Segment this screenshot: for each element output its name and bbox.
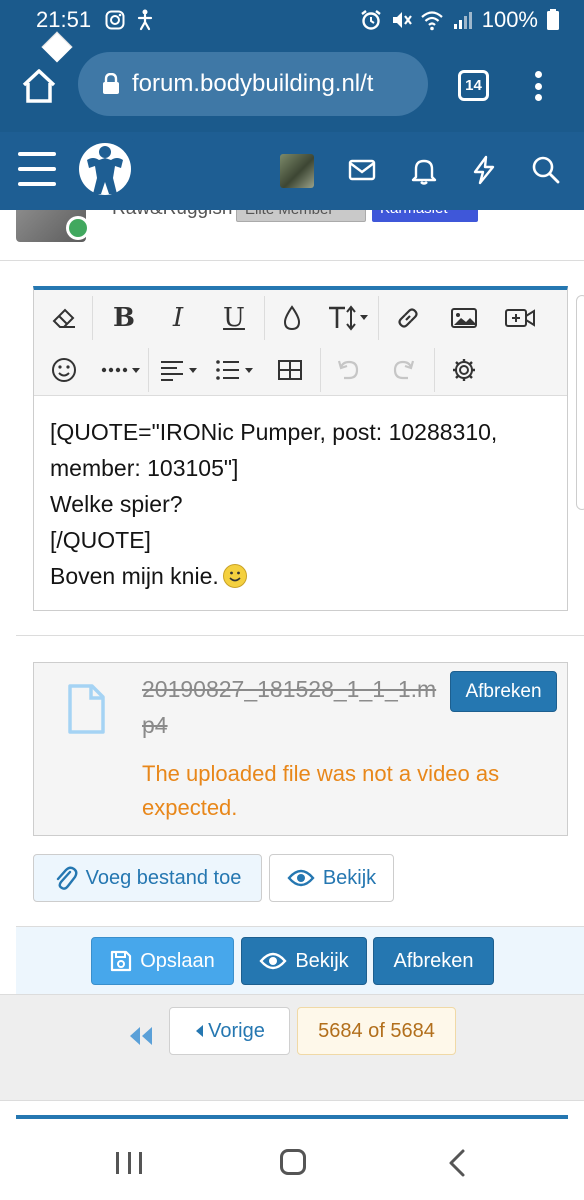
url-bar[interactable]: forum.bodybuilding.nl/t [78,52,428,116]
next-post-block [0,1100,584,1124]
bold-icon[interactable]: B [104,298,144,338]
browser-toolbar: forum.bodybuilding.nl/t 14 [0,40,584,132]
forum-header [0,132,584,210]
divider [16,635,584,636]
undo-icon[interactable] [328,350,368,390]
message-editor: B I U [QUOTE="IRONic Pumper, post: 10288… [33,286,568,611]
home-icon[interactable] [20,67,58,105]
editor-line: Welke spier? [50,491,183,517]
align-icon[interactable] [158,350,204,390]
add-file-button[interactable]: Voeg bestand toe [33,854,262,902]
toolbar-separator [434,348,435,392]
toolbar-separator [264,296,265,340]
wifi-icon [420,11,443,31]
more-options-icon[interactable] [528,68,548,104]
form-submit-row: Opslaan Bekijk Afbreken [16,926,584,994]
first-page-icon[interactable] [126,1021,156,1051]
attachment-item: 20190827_181528_1_1_1.mp4 The uploaded f… [33,662,568,836]
mail-icon[interactable] [346,154,378,186]
url-text: forum.bodybuilding.nl/t [132,70,374,97]
status-bar: 21:51 100% [0,0,584,40]
mute-icon [392,12,412,28]
eye-icon [259,952,287,970]
recent-apps-icon[interactable] [116,1152,142,1174]
eye-icon [287,869,315,887]
battery-percentage: 100% [481,7,538,32]
attachment-filename: 20190827_181528_1_1_1.mp4 [142,676,437,738]
smilie-icon[interactable] [44,350,84,390]
editor-line: [QUOTE="IRONic Pumper, post: 10288310, m… [50,419,498,481]
lightning-icon[interactable] [468,154,500,186]
android-navigation-bar [0,1124,584,1200]
cancel-button[interactable]: Afbreken [373,937,494,985]
redo-icon[interactable] [384,350,424,390]
status-time: 21:51 [36,7,92,32]
side-panel-edge [576,295,584,510]
signal-icon [453,12,472,29]
instagram-icon [105,10,125,30]
cancel-label: Afbreken [393,949,474,972]
image-icon[interactable] [444,298,484,338]
preview-button[interactable]: Bekijk [269,854,394,902]
settings-gear-icon[interactable] [444,350,484,390]
cancel-upload-button[interactable]: Afbreken [450,671,557,712]
online-status-icon [66,216,90,240]
toolbar-separator [320,348,321,392]
chevron-left-icon [196,1025,204,1037]
preview-label: Bekijk [322,866,377,889]
editor-text-area[interactable]: [QUOTE="IRONic Pumper, post: 10288310, m… [50,414,555,594]
list-icon[interactable] [214,350,260,390]
pagination: Vorige 5684 of 5684 [0,994,584,1100]
editor-toolbar: B I U [34,290,567,396]
karma-badge: Karmasiet [372,210,478,222]
previous-page-label: Vorige [208,1019,265,1042]
save-icon [111,950,132,972]
link-icon[interactable] [388,298,428,338]
accessibility-icon [137,9,153,31]
user-avatar-small[interactable] [280,154,314,188]
save-label: Opslaan [140,949,215,972]
alarm-icon [360,10,381,30]
battery-icon [547,9,559,30]
home-button-icon[interactable] [280,1149,306,1175]
font-size-icon[interactable] [326,298,372,338]
smiley-emoji-icon [222,564,247,588]
save-button[interactable]: Opslaan [91,937,234,985]
previous-page-button[interactable]: Vorige [169,1007,290,1055]
toolbar-separator [148,348,149,392]
editor-line: Boven mijn knie. [50,563,219,589]
tab-switcher-button[interactable]: 14 [458,70,489,101]
current-page-indicator[interactable]: 5684 of 5684 [297,1007,456,1055]
post-author-strip: Raw&Ruggish Elite Member Karmasiet [0,210,584,260]
lock-icon [103,73,119,94]
text-color-icon[interactable] [272,298,312,338]
toolbar-separator [378,296,379,340]
bell-icon[interactable] [408,154,440,186]
video-icon[interactable] [500,298,540,338]
remove-format-icon[interactable] [44,298,84,338]
editor-line-last: Boven mijn knie. [50,558,555,594]
add-file-label: Voeg bestand toe [85,866,242,889]
italic-icon[interactable]: I [158,298,198,338]
paperclip-icon [56,866,78,890]
preview-post-button[interactable]: Bekijk [241,937,367,985]
post-author-name[interactable]: Raw&Ruggish [112,210,232,220]
forum-logo[interactable] [75,138,135,200]
back-icon[interactable] [446,1148,468,1178]
file-icon [68,684,105,734]
attachment-error-message: The uploaded file was not a video as exp… [142,761,500,820]
underline-icon[interactable]: U [214,298,254,338]
table-icon[interactable] [270,350,310,390]
more-options-toolbar-icon[interactable] [98,350,146,390]
editor-line: [/QUOTE] [50,527,151,553]
preview-post-label: Bekijk [295,949,349,972]
user-title-badge: Elite Member [236,210,366,222]
search-icon[interactable] [530,154,562,186]
hamburger-menu-icon[interactable] [18,152,56,186]
toolbar-separator [92,296,93,340]
